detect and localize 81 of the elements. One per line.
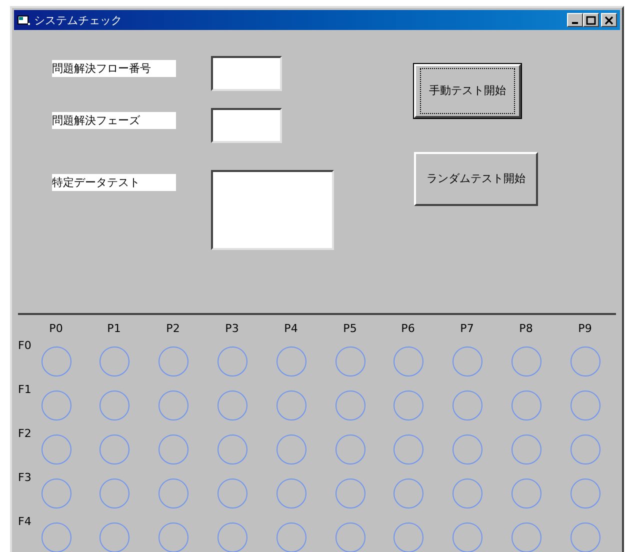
column-label: P2 — [166, 323, 180, 334]
circle-indicator-icon — [98, 434, 130, 465]
circle-indicator-icon — [452, 478, 482, 509]
field-label: 問題解決フェーズ — [52, 112, 176, 129]
circle-indicator-icon — [452, 346, 482, 377]
window-title: システムチェック — [34, 14, 122, 26]
column-label: P8 — [519, 323, 533, 334]
circle-indicator-icon — [216, 434, 248, 465]
circle-indicator-icon — [276, 478, 306, 509]
close-icon — [604, 16, 614, 24]
circle-indicator-icon — [40, 390, 72, 421]
row-label: F4 — [18, 516, 32, 527]
maximize-icon — [586, 16, 596, 24]
row-label: F3 — [18, 472, 32, 483]
circle-indicator-icon — [40, 478, 72, 509]
close-button[interactable] — [601, 13, 617, 27]
circle-indicator-icon — [452, 434, 482, 465]
circle-indicator-icon — [392, 434, 424, 465]
circle-indicator-icon — [276, 522, 306, 552]
maximize-button[interactable] — [583, 13, 599, 27]
circle-indicator-icon — [510, 478, 542, 509]
circle-indicator-icon — [570, 522, 600, 552]
field-label: 問題解決フロー番号 — [52, 60, 176, 77]
circle-indicator-icon — [392, 478, 424, 509]
row-label: F2 — [18, 428, 32, 439]
circle-indicator-icon — [334, 434, 366, 465]
circle-indicator-icon — [276, 346, 306, 377]
field-label: 特定データテスト — [52, 174, 176, 191]
circle-indicator-icon — [216, 390, 248, 421]
circle-indicator-icon — [216, 522, 248, 552]
circle-indicator-icon — [570, 478, 600, 509]
circle-indicator-icon — [334, 478, 366, 509]
column-label: P0 — [49, 323, 63, 334]
row-label: F0 — [18, 340, 32, 351]
circle-indicator-icon — [510, 434, 542, 465]
circle-indicator-icon — [216, 346, 248, 377]
circle-indicator-icon — [334, 390, 366, 421]
circle-indicator-icon — [334, 346, 366, 377]
circle-indicator-icon — [216, 478, 248, 509]
circle-indicator-icon — [452, 522, 482, 552]
circle-indicator-icon — [158, 390, 188, 421]
circle-indicator-icon — [570, 346, 600, 377]
circle-indicator-icon — [158, 522, 188, 552]
circle-indicator-icon — [510, 390, 542, 421]
column-label: P5 — [343, 323, 357, 334]
circle-indicator-icon — [98, 522, 130, 552]
circle-indicator-icon — [392, 522, 424, 552]
minimize-icon — [572, 22, 578, 24]
minimize-button[interactable] — [567, 13, 583, 27]
circle-indicator-icon — [158, 478, 188, 509]
circle-indicator-icon — [452, 390, 482, 421]
circle-indicator-icon — [570, 390, 600, 421]
input-field[interactable] — [211, 170, 334, 250]
column-label: P6 — [401, 323, 415, 334]
circle-indicator-icon — [276, 390, 306, 421]
input-field[interactable] — [211, 108, 282, 143]
window-icon — [17, 14, 31, 26]
input-field[interactable] — [211, 56, 282, 91]
column-label: P7 — [460, 323, 474, 334]
column-label: P4 — [284, 323, 298, 334]
column-label: P9 — [578, 323, 592, 334]
circle-indicator-icon — [158, 434, 188, 465]
circle-indicator-icon — [276, 434, 306, 465]
circle-indicator-icon — [392, 346, 424, 377]
column-label: P3 — [225, 323, 239, 334]
circle-indicator-icon — [40, 346, 72, 377]
circle-indicator-icon — [98, 346, 130, 377]
action-button[interactable]: 手動テスト開始 — [414, 64, 521, 118]
circle-indicator-icon — [98, 478, 130, 509]
circle-indicator-icon — [40, 434, 72, 465]
column-label: P1 — [107, 323, 121, 334]
circle-indicator-icon — [570, 434, 600, 465]
action-button[interactable]: ランダムテスト開始 — [414, 152, 538, 206]
circle-indicator-icon — [40, 522, 72, 552]
circle-indicator-icon — [334, 522, 366, 552]
circle-indicator-icon — [510, 522, 542, 552]
circle-indicator-icon — [158, 346, 188, 377]
row-label: F1 — [18, 384, 32, 395]
circle-indicator-icon — [392, 390, 424, 421]
circle-indicator-icon — [98, 390, 130, 421]
circle-indicator-icon — [510, 346, 542, 377]
